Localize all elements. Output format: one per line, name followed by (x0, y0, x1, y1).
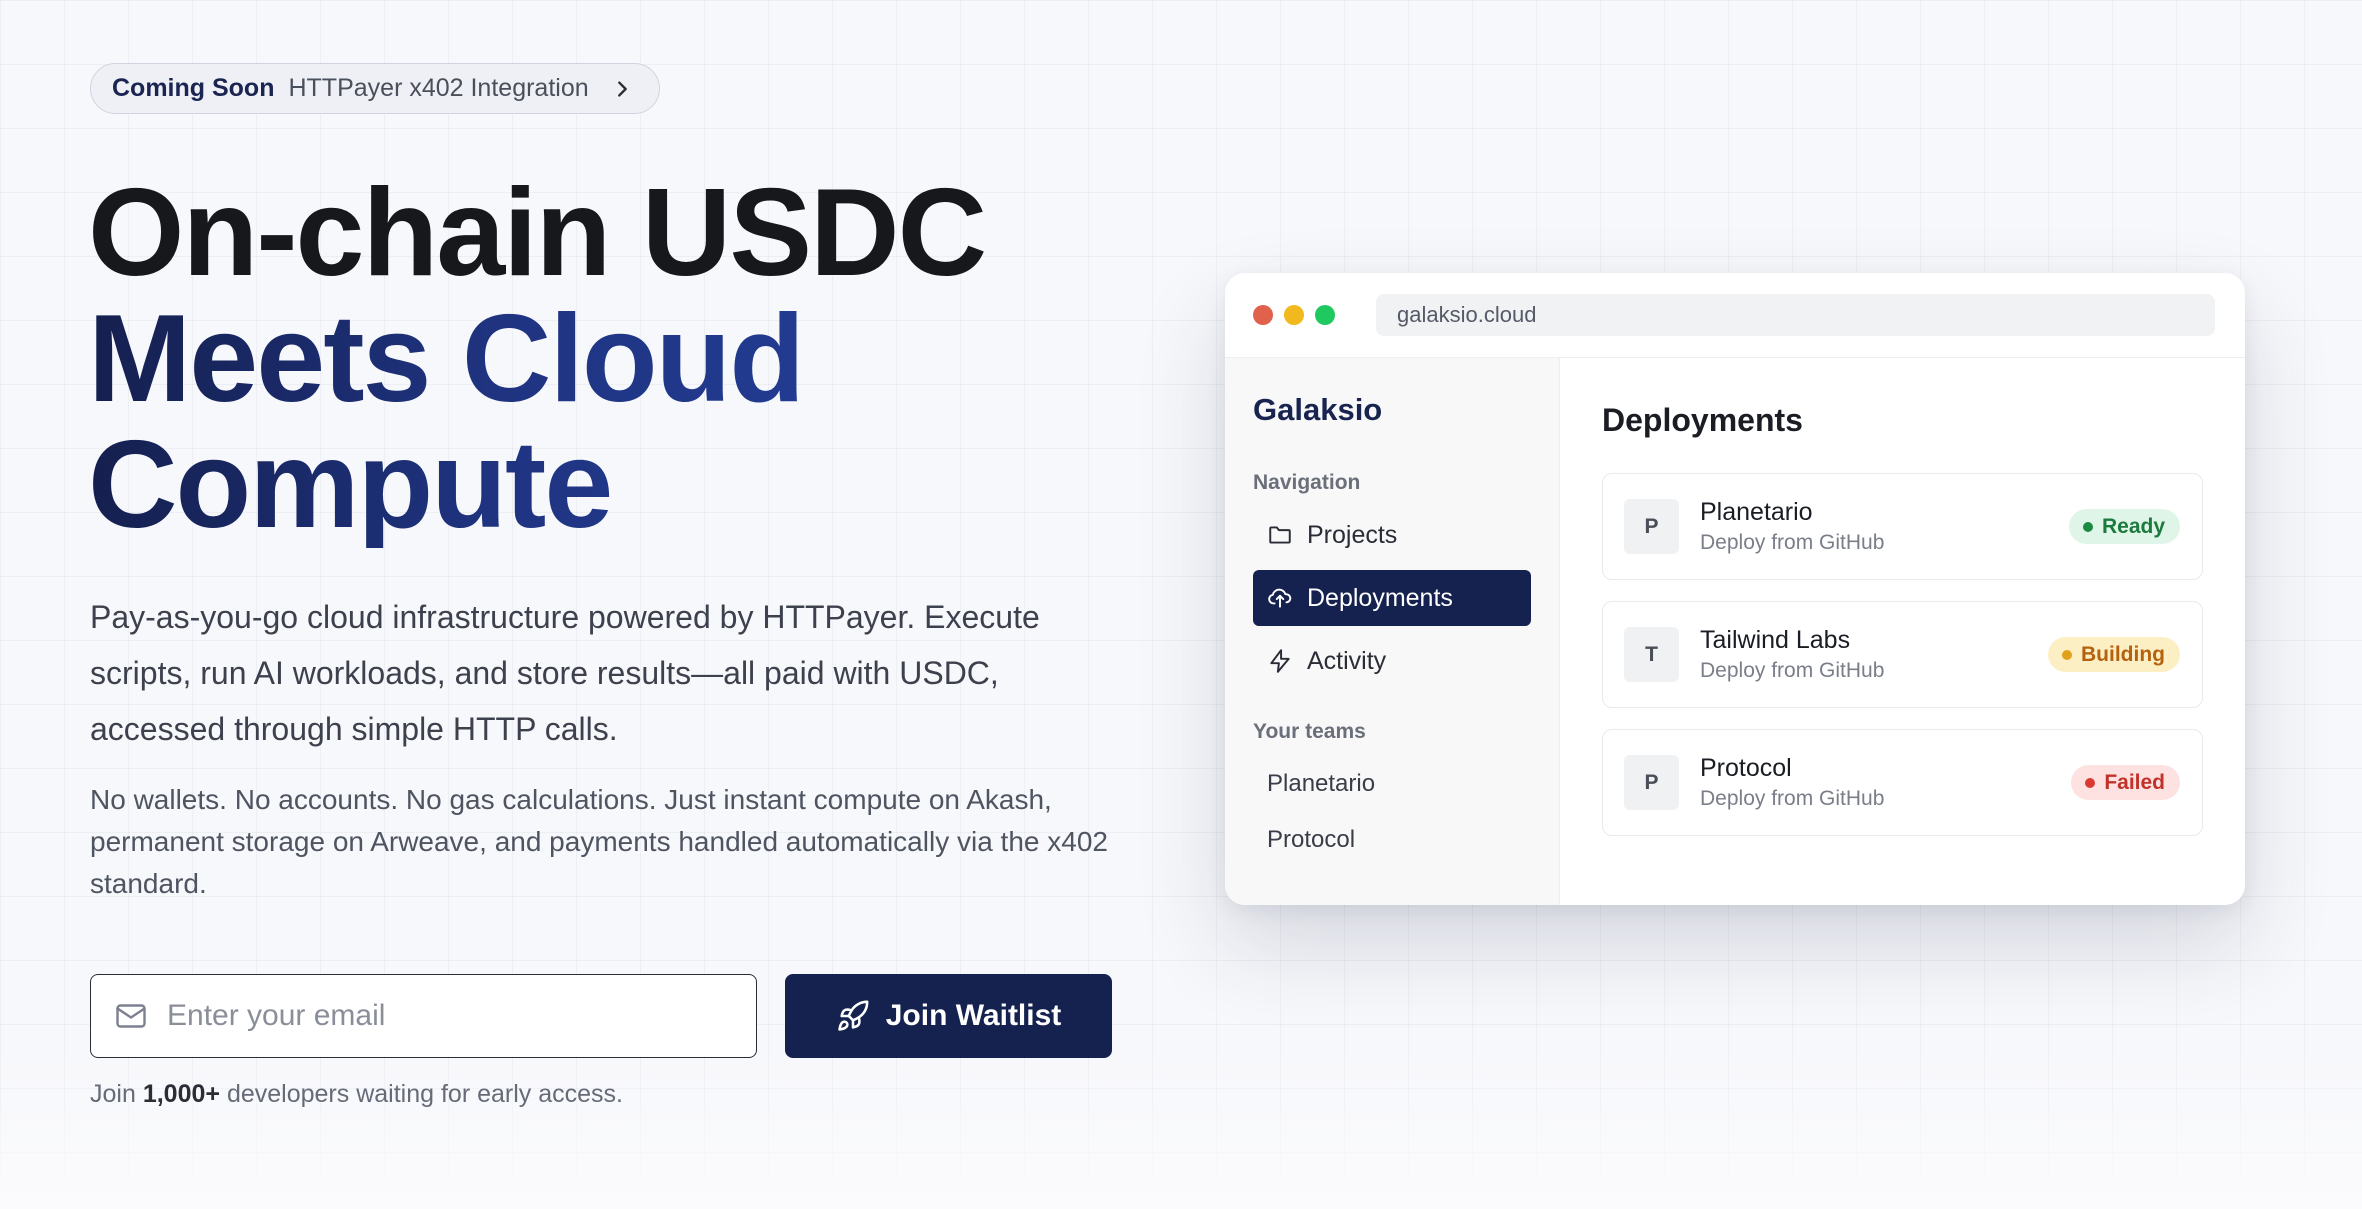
app-window: Galaksio Navigation Projects Deployments… (1225, 358, 2245, 905)
project-avatar: P (1624, 755, 1679, 810)
status-label: Failed (2104, 770, 2165, 794)
panel-title: Deployments (1602, 402, 1803, 438)
rocket-icon (837, 1000, 869, 1031)
folder-icon (1269, 526, 1291, 544)
project-name: Protocol (1700, 754, 1792, 782)
project-avatar: T (1624, 627, 1679, 682)
nav-heading: Navigation (1253, 471, 1361, 494)
join-waitlist-label: Join Waitlist (885, 999, 1062, 1032)
sidebar-item-label: Activity (1307, 646, 1387, 675)
deployment-card[interactable]: T Tailwind Labs Deploy from GitHub Build… (1602, 601, 2203, 708)
join-waitlist-button[interactable]: Join Waitlist (785, 974, 1112, 1058)
deployments-panel: Deployments P Planetario Deploy from Git… (1560, 358, 2245, 905)
project-name: Tailwind Labs (1700, 626, 1851, 654)
status-dot-icon (2082, 521, 2093, 532)
app-brand: Galaksio (1253, 392, 1383, 427)
announcement-text: HTTPayer x402 Integration (288, 74, 589, 102)
social-proof: Join 1,000+ developers waiting for early… (90, 1080, 623, 1109)
maximize-dot-icon (1315, 305, 1335, 325)
project-name: Planetario (1700, 498, 1813, 526)
url-text: galaksio.cloud (1397, 302, 1537, 327)
app-sidebar: Galaksio Navigation Projects Deployments… (1225, 358, 1560, 905)
url-bar: galaksio.cloud (1376, 294, 2215, 336)
sidebar-item-activity[interactable]: Activity (1253, 633, 1531, 689)
team-item-protocol[interactable]: Protocol (1253, 812, 1531, 868)
status-badge: Building (2048, 637, 2180, 672)
deployment-card[interactable]: P Protocol Deploy from GitHub Failed (1602, 729, 2203, 836)
hero-headline: On-chain USDC Meets Cloud Compute (88, 164, 987, 548)
announcement-pill[interactable]: Coming Soon HTTPayer x402 Integration (90, 63, 660, 114)
hero-subtext: No wallets. No accounts. No gas calculat… (90, 784, 1108, 899)
email-field[interactable] (90, 974, 757, 1058)
bottom-fade (0, 1049, 2362, 1209)
cloud-upload-icon (1268, 588, 1292, 608)
chevron-right-icon (617, 80, 627, 97)
teams-heading: Your teams (1253, 720, 1366, 743)
headline-line-3: Compute (88, 422, 985, 548)
team-item-planetario[interactable]: Planetario (1253, 756, 1531, 812)
status-dot-icon (2085, 777, 2096, 788)
headline-line-2: Meets Cloud (88, 296, 985, 422)
deploy-source: Deploy from GitHub (1700, 787, 1885, 810)
deploy-source: Deploy from GitHub (1700, 531, 1885, 554)
deploy-source: Deploy from GitHub (1700, 659, 1885, 682)
browser-mockup: galaksio.cloud Galaksio Navigation Proje… (1225, 273, 2245, 905)
headline-line-1: On-chain USDC (88, 164, 987, 302)
project-avatar: P (1624, 499, 1679, 554)
status-badge: Ready (2068, 509, 2180, 544)
announcement-tag: Coming Soon (112, 74, 275, 102)
deployment-card[interactable]: P Planetario Deploy from GitHub Ready (1602, 473, 2203, 580)
status-label: Building (2081, 642, 2165, 666)
status-dot-icon (2062, 649, 2073, 660)
social-prefix: Join (90, 1080, 136, 1108)
minimize-dot-icon (1284, 305, 1304, 325)
sidebar-item-deployments[interactable]: Deployments (1253, 570, 1531, 626)
close-dot-icon (1253, 305, 1273, 325)
sidebar-item-label: Deployments (1307, 583, 1453, 612)
sidebar-item-label: Projects (1307, 520, 1398, 549)
hero-lead: Pay-as-you-go cloud infrastructure power… (90, 599, 1040, 747)
browser-titlebar: galaksio.cloud (1225, 273, 2245, 358)
activity-icon (1270, 649, 1290, 673)
status-label: Ready (2101, 514, 2165, 538)
developer-count: 1,000+ (142, 1080, 220, 1108)
email-input[interactable] (167, 999, 727, 1033)
sidebar-item-projects[interactable]: Projects (1253, 507, 1531, 563)
status-badge: Failed (2071, 765, 2180, 800)
social-suffix: developers waiting for early access. (226, 1080, 623, 1108)
mail-icon (116, 1004, 146, 1028)
